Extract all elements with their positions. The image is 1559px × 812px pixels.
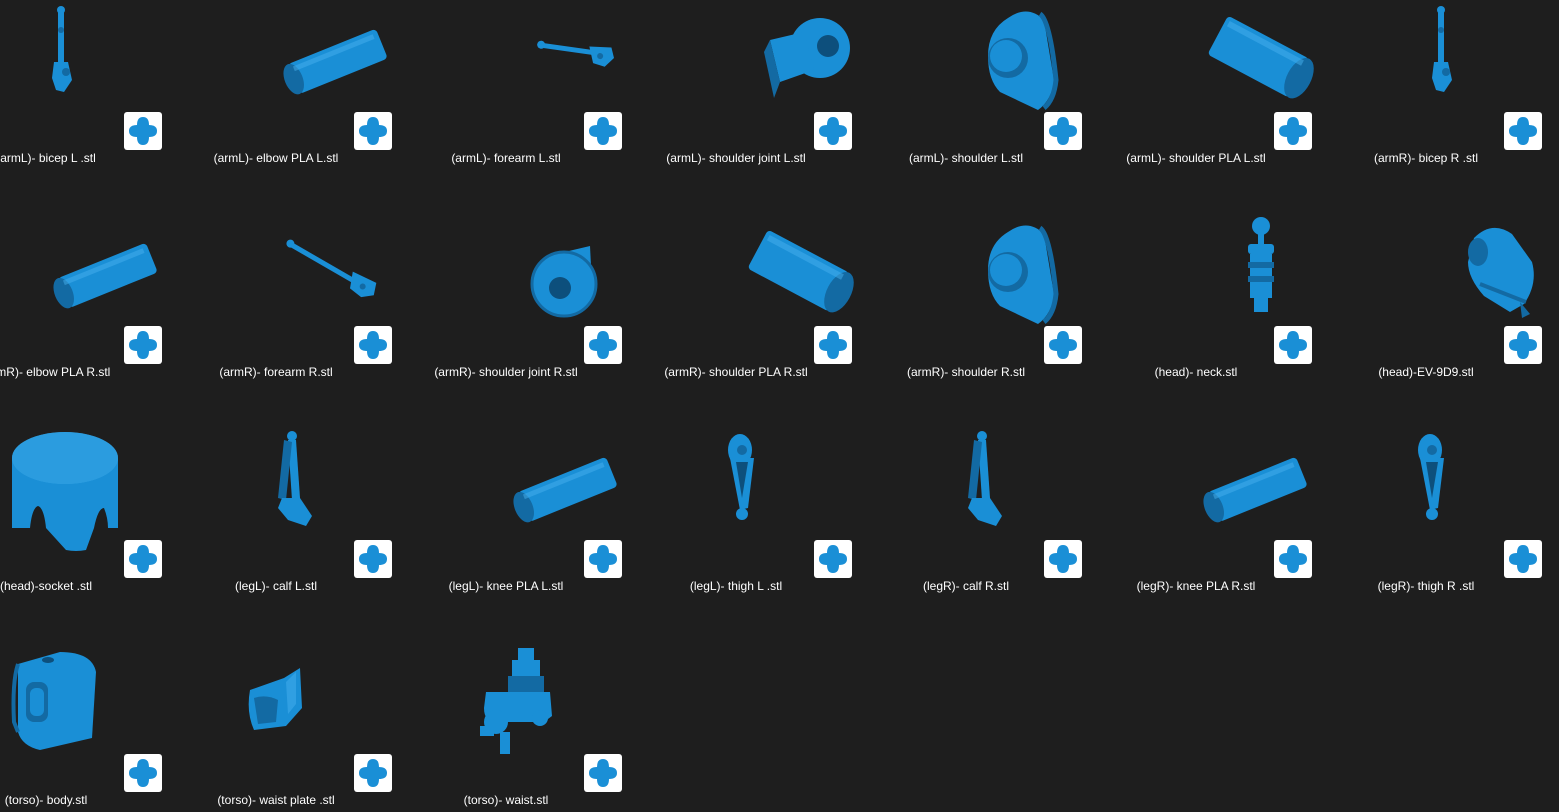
slicer-app-icon bbox=[584, 540, 622, 578]
model-thumbnail bbox=[460, 642, 682, 802]
file-tile[interactable]: (armR)- shoulder R.stl bbox=[907, 214, 1142, 414]
file-tile[interactable]: (head)-EV-9D9.stl bbox=[1378, 214, 1559, 414]
slicer-app-icon bbox=[814, 326, 852, 364]
model-thumbnail bbox=[920, 214, 1142, 374]
model-thumbnail bbox=[690, 214, 912, 374]
file-name-label: (head)- neck.stl bbox=[1154, 365, 1238, 379]
slicer-app-icon bbox=[1504, 540, 1542, 578]
file-tile[interactable]: (armL)- forearm L.stl bbox=[451, 0, 682, 200]
file-tile[interactable]: (legL)- knee PLA L.stl bbox=[449, 428, 682, 628]
model-thumbnail bbox=[1150, 0, 1372, 160]
file-name-label: (torso)- waist.stl bbox=[463, 793, 549, 807]
file-name-label: (torso)- waist plate .stl bbox=[217, 793, 335, 807]
model-thumbnail bbox=[1150, 428, 1372, 588]
slicer-app-icon bbox=[814, 112, 852, 150]
model-thumbnail bbox=[460, 428, 682, 588]
slicer-app-icon bbox=[584, 326, 622, 364]
file-name-label: (head)-EV-9D9.stl bbox=[1378, 365, 1474, 379]
file-tile[interactable]: (legR)- knee PLA R.stl bbox=[1137, 428, 1372, 628]
file-name-label: (armR)- shoulder joint R.stl bbox=[434, 365, 578, 379]
file-grid: (armL)- bicep L .stl (armL)- elbow PLA L… bbox=[0, 0, 1559, 812]
file-tile[interactable]: (head)-socket .stl bbox=[0, 428, 222, 628]
slicer-app-icon bbox=[354, 754, 392, 792]
model-thumbnail bbox=[0, 428, 222, 588]
slicer-app-icon bbox=[124, 540, 162, 578]
model-thumbnail bbox=[460, 214, 682, 374]
file-tile[interactable]: (armR)- elbow PLA R.stl bbox=[0, 214, 222, 414]
file-name-label: (armL)- elbow PLA L.stl bbox=[213, 151, 339, 165]
file-name-label: (armL)- shoulder L.stl bbox=[908, 151, 1024, 165]
slicer-app-icon bbox=[354, 326, 392, 364]
slicer-app-icon bbox=[814, 540, 852, 578]
slicer-app-icon bbox=[1044, 540, 1082, 578]
model-thumbnail bbox=[920, 0, 1142, 160]
file-name-label: (armL)- shoulder joint L.stl bbox=[666, 151, 806, 165]
file-name-label: (armR)- shoulder PLA R.stl bbox=[664, 365, 808, 379]
file-tile[interactable]: (armL)- bicep L .stl bbox=[0, 0, 222, 200]
file-tile[interactable]: (armL)- shoulder joint L.stl bbox=[666, 0, 912, 200]
slicer-app-icon bbox=[584, 112, 622, 150]
model-thumbnail bbox=[0, 642, 222, 802]
model-thumbnail bbox=[920, 428, 1142, 588]
file-tile[interactable]: (torso)- waist plate .stl bbox=[217, 642, 452, 812]
slicer-app-icon bbox=[124, 754, 162, 792]
model-thumbnail bbox=[0, 214, 222, 374]
file-tile[interactable]: (legR)- calf R.stl bbox=[920, 428, 1142, 628]
model-thumbnail bbox=[460, 0, 682, 160]
slicer-app-icon bbox=[354, 540, 392, 578]
slicer-app-icon bbox=[1044, 112, 1082, 150]
file-tile[interactable]: (head)- neck.stl bbox=[1150, 214, 1372, 414]
slicer-app-icon bbox=[1274, 326, 1312, 364]
file-name-label: (legL)- knee PLA L.stl bbox=[448, 579, 564, 593]
file-tile[interactable]: (torso)- body.stl bbox=[0, 642, 222, 812]
file-tile[interactable]: (armL)- shoulder L.stl bbox=[909, 0, 1142, 200]
file-name-label: (legR)- knee PLA R.stl bbox=[1136, 579, 1256, 593]
file-tile[interactable]: (legL)- calf L.stl bbox=[230, 428, 452, 628]
file-tile[interactable]: (armR)- bicep R .stl bbox=[1374, 0, 1559, 200]
file-name-label: (armL)- bicep L .stl bbox=[0, 151, 96, 165]
slicer-app-icon bbox=[1274, 540, 1312, 578]
model-thumbnail bbox=[230, 428, 452, 588]
file-tile[interactable]: (armR)- shoulder joint R.stl bbox=[434, 214, 682, 414]
file-tile[interactable]: (legR)- thigh R .stl bbox=[1378, 428, 1559, 628]
slicer-app-icon bbox=[1044, 326, 1082, 364]
file-name-label: (armR)- shoulder R.stl bbox=[906, 365, 1026, 379]
file-tile[interactable]: (armR)- forearm R.stl bbox=[219, 214, 452, 414]
model-thumbnail bbox=[230, 214, 452, 374]
slicer-app-icon bbox=[354, 112, 392, 150]
file-name-label: (legL)- thigh L .stl bbox=[689, 579, 783, 593]
slicer-app-icon bbox=[1504, 326, 1542, 364]
file-name-label: (armL)- forearm L.stl bbox=[451, 151, 561, 165]
model-thumbnail bbox=[0, 0, 222, 160]
model-thumbnail bbox=[230, 642, 452, 802]
file-tile[interactable]: (torso)- waist.stl bbox=[460, 642, 682, 812]
model-thumbnail bbox=[690, 0, 912, 160]
file-name-label: (armL)- shoulder PLA L.stl bbox=[1126, 151, 1266, 165]
file-tile[interactable]: (armL)- shoulder PLA L.stl bbox=[1126, 0, 1372, 200]
file-name-label: (legL)- calf L.stl bbox=[234, 579, 318, 593]
slicer-app-icon bbox=[124, 326, 162, 364]
file-tile[interactable]: (armR)- shoulder PLA R.stl bbox=[664, 214, 912, 414]
slicer-app-icon bbox=[1504, 112, 1542, 150]
file-tile[interactable]: (armL)- elbow PLA L.stl bbox=[214, 0, 452, 200]
model-thumbnail bbox=[1150, 214, 1372, 374]
file-name-label: (armR)- bicep R .stl bbox=[1373, 151, 1478, 165]
file-tile[interactable]: (legL)- thigh L .stl bbox=[690, 428, 912, 628]
file-name-label: (head)-socket .stl bbox=[0, 579, 93, 593]
file-name-label: (armR)- elbow PLA R.stl bbox=[0, 365, 111, 379]
slicer-app-icon bbox=[124, 112, 162, 150]
slicer-app-icon bbox=[584, 754, 622, 792]
model-thumbnail bbox=[230, 0, 452, 160]
model-thumbnail bbox=[690, 428, 912, 588]
file-name-label: (armR)- forearm R.stl bbox=[219, 365, 333, 379]
file-name-label: (legR)- thigh R .stl bbox=[1377, 579, 1475, 593]
file-name-label: (torso)- body.stl bbox=[4, 793, 88, 807]
file-name-label: (legR)- calf R.stl bbox=[922, 579, 1009, 593]
slicer-app-icon bbox=[1274, 112, 1312, 150]
